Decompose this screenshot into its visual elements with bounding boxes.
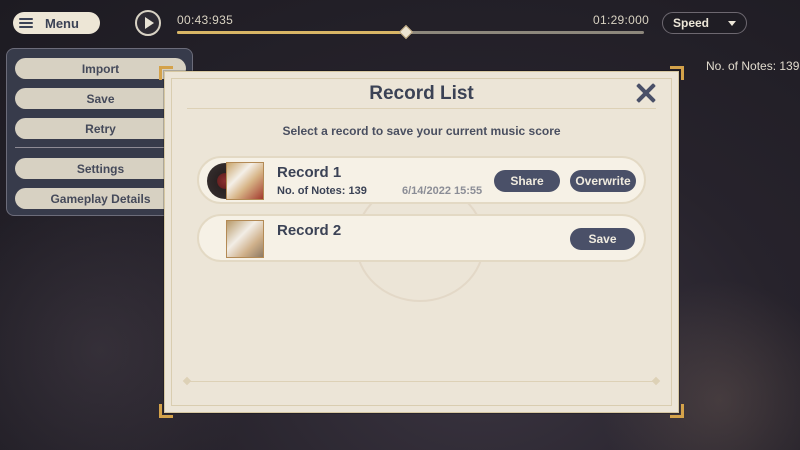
menu-label: Menu bbox=[45, 15, 79, 31]
chevron-down-icon bbox=[728, 20, 736, 26]
play-button[interactable] bbox=[135, 10, 161, 36]
speed-label: Speed bbox=[673, 16, 710, 30]
overwrite-button[interactable]: Overwrite bbox=[570, 170, 636, 192]
close-icon[interactable] bbox=[636, 83, 656, 103]
progress-slider[interactable] bbox=[177, 24, 644, 40]
play-icon bbox=[145, 17, 154, 29]
corner-ornament bbox=[159, 404, 173, 418]
corner-ornament bbox=[159, 66, 173, 80]
save-record-button[interactable]: Save bbox=[570, 228, 635, 250]
title-divider bbox=[187, 108, 656, 109]
record-row[interactable]: Record 1 No. of Notes: 139 6/14/2022 15:… bbox=[197, 156, 646, 204]
current-time: 00:43:935 bbox=[177, 13, 234, 27]
record-name: Record 1 bbox=[277, 164, 342, 181]
bottom-divider bbox=[187, 381, 656, 382]
record-cover bbox=[226, 162, 264, 200]
record-notes: No. of Notes: 139 bbox=[277, 185, 367, 197]
dialog-subtitle: Select a record to save your current mus… bbox=[282, 124, 561, 138]
progress-fill bbox=[177, 31, 406, 34]
record-row[interactable]: Record 2 Save bbox=[197, 214, 646, 262]
record-name: Record 2 bbox=[277, 222, 342, 239]
top-bar: Menu 00:43:935 01:29:000 Speed bbox=[0, 0, 800, 46]
corner-ornament bbox=[670, 404, 684, 418]
retry-button[interactable]: Retry bbox=[15, 118, 186, 139]
speed-dropdown[interactable]: Speed bbox=[662, 12, 747, 34]
progress-handle[interactable] bbox=[398, 24, 413, 40]
share-button[interactable]: Share bbox=[494, 170, 560, 192]
record-date: 6/14/2022 15:55 bbox=[402, 185, 483, 197]
gameplay-details-button[interactable]: Gameplay Details bbox=[15, 188, 186, 209]
menu-list-icon bbox=[19, 16, 33, 30]
menu-button[interactable]: Menu bbox=[13, 12, 100, 34]
save-button[interactable]: Save bbox=[15, 88, 186, 109]
corner-ornament bbox=[670, 66, 684, 80]
notes-count: No. of Notes: 139 bbox=[706, 59, 800, 73]
record-list-dialog: Record List Select a record to save your… bbox=[159, 66, 684, 418]
record-cover bbox=[226, 220, 264, 258]
settings-button[interactable]: Settings bbox=[15, 158, 186, 179]
total-time: 01:29:000 bbox=[593, 13, 650, 27]
dialog-title: Record List bbox=[369, 83, 474, 104]
menu-divider bbox=[15, 147, 186, 148]
